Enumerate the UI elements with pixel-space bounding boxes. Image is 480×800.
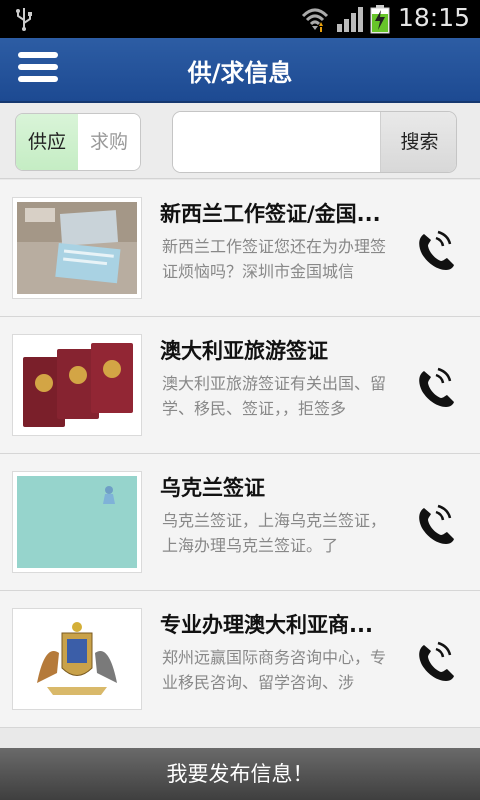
phone-icon[interactable] <box>410 361 462 413</box>
tab-demand[interactable]: 求购 <box>78 114 140 170</box>
listing-thumbnail <box>12 608 142 710</box>
search-button[interactable]: 搜索 <box>380 112 456 172</box>
publish-info-button[interactable]: 我要发布信息！ <box>0 748 480 800</box>
listing-thumbnail <box>12 471 142 573</box>
phone-icon[interactable] <box>410 224 462 276</box>
listing-thumbnail <box>12 334 142 436</box>
search-bar: 搜索 <box>172 111 457 173</box>
list-item[interactable]: 乌克兰签证 乌克兰签证，上海乌克兰签证，上海办理乌克兰签证。了 <box>0 454 480 591</box>
search-input[interactable] <box>173 112 380 172</box>
listing-description: 澳大利亚旅游签证有关出国、留学、移民、签证，，拒签多 <box>162 374 387 418</box>
listing-title: 澳大利亚旅游签证 <box>160 339 328 363</box>
battery-charging-icon <box>370 5 390 34</box>
list-item[interactable]: 专业办理澳大利亚商... 郑州远赢国际商务咨询中心，专业移民咨询、留学咨询、涉 <box>0 591 480 728</box>
phone-icon[interactable] <box>410 498 462 550</box>
status-bar: 18:15 <box>0 0 480 38</box>
listing-description: 郑州远赢国际商务咨询中心，专业移民咨询、留学咨询、涉 <box>162 648 387 692</box>
usb-icon <box>16 8 32 31</box>
passports-photo <box>17 339 137 431</box>
coat-of-arms-image <box>17 613 137 705</box>
teal-illustration <box>17 476 137 568</box>
app-header: 供/求信息 <box>0 38 480 103</box>
listing-title: 专业办理澳大利亚商... <box>160 613 373 637</box>
page-title: 供/求信息 <box>187 59 293 87</box>
tab-supply[interactable]: 供应 <box>16 114 78 170</box>
phone-icon[interactable] <box>410 635 462 687</box>
listing-title: 新西兰工作签证/金国... <box>160 202 381 226</box>
wifi-icon <box>301 8 329 32</box>
list-item[interactable]: 澳大利亚旅游签证 澳大利亚旅游签证有关出国、留学、移民、签证，，拒签多 <box>0 317 480 454</box>
listing-thumbnail <box>12 197 142 299</box>
listing-list: 新西兰工作签证/金国... 新西兰工作签证您还在为办理签证烦恼吗？深圳市金国城信… <box>0 180 480 728</box>
listing-title: 乌克兰签证 <box>160 476 265 500</box>
documents-photo <box>17 202 137 294</box>
listing-description: 乌克兰签证，上海乌克兰签证，上海办理乌克兰签证。了 <box>162 511 387 555</box>
listing-description: 新西兰工作签证您还在为办理签证烦恼吗？深圳市金国城信 <box>162 237 387 281</box>
filter-toolbar: 供应 求购 搜索 <box>0 103 480 179</box>
status-clock: 18:15 <box>398 3 471 32</box>
supply-demand-toggle: 供应 求购 <box>15 113 141 171</box>
list-item[interactable]: 新西兰工作签证/金国... 新西兰工作签证您还在为办理签证烦恼吗？深圳市金国城信 <box>0 180 480 317</box>
signal-icon <box>337 7 363 32</box>
